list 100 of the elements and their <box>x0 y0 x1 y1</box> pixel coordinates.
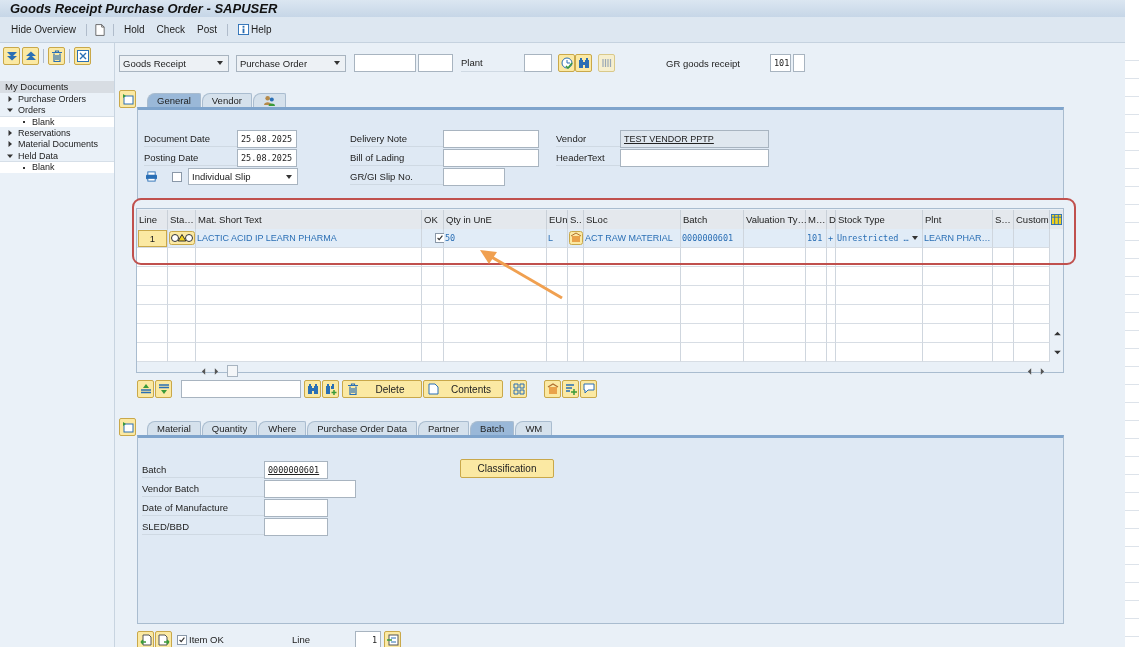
column-header[interactable]: Valuation Ty… <box>744 210 806 229</box>
posting-date-field[interactable]: 25.08.2025 <box>237 148 297 167</box>
find-button[interactable] <box>304 380 321 398</box>
warehouse-button[interactable] <box>544 380 561 398</box>
find-next-button[interactable] <box>322 380 339 398</box>
add-row-button[interactable] <box>562 380 579 398</box>
print-checkbox[interactable] <box>172 171 182 182</box>
tab[interactable] <box>252 93 286 107</box>
column-header[interactable]: Plnt <box>923 210 993 229</box>
column-header[interactable]: EUn <box>547 210 568 229</box>
scroll-thumb[interactable] <box>227 365 238 377</box>
next-item-button[interactable] <box>155 631 172 647</box>
delete-button[interactable] <box>48 47 65 65</box>
search-button[interactable] <box>575 54 592 72</box>
delete-button[interactable]: Delete <box>342 380 422 398</box>
hide-overview-button[interactable]: Hide Overview <box>5 20 83 39</box>
help-button[interactable]: Help <box>232 20 278 39</box>
column-header[interactable]: Stock Type <box>836 210 923 229</box>
tree-item[interactable]: Held Data <box>0 149 114 162</box>
item-ok-checkbox[interactable] <box>177 634 187 645</box>
column-header[interactable]: Batch <box>681 210 744 229</box>
columns-button[interactable] <box>598 54 615 72</box>
toolbar-button[interactable]: Check <box>150 20 191 39</box>
input-field[interactable] <box>354 54 416 72</box>
expand-down-button[interactable] <box>3 47 20 65</box>
scroll-right-icon[interactable] <box>214 367 219 375</box>
column-header[interactable]: SLoc <box>584 210 681 229</box>
batch-detail-field[interactable] <box>264 479 356 498</box>
scroll-left-icon[interactable] <box>1027 367 1032 375</box>
tab[interactable]: Material <box>147 421 201 435</box>
slip-type-dropdown[interactable]: Individual Slip <box>188 168 298 185</box>
column-header[interactable]: Line <box>137 210 168 229</box>
classification-button[interactable]: Classification <box>460 459 554 478</box>
tree-leaf[interactable]: Blank <box>32 116 55 127</box>
batch-detail-field[interactable] <box>264 498 328 517</box>
tree-leaf[interactable]: Blank <box>32 162 55 173</box>
go-to-line-button[interactable] <box>384 631 401 647</box>
column-header[interactable]: Custom <box>1014 210 1050 229</box>
expand-button[interactable] <box>510 380 527 398</box>
scroll-down-icon[interactable] <box>1053 350 1061 355</box>
tab[interactable]: Purchase Order Data <box>307 421 417 435</box>
document-icon[interactable] <box>95 23 106 36</box>
column-header[interactable]: S… <box>993 210 1014 229</box>
table-settings-icon[interactable] <box>1051 214 1062 225</box>
toolbar-button[interactable]: Post <box>190 20 223 39</box>
line-number-button[interactable]: 1 <box>138 229 167 247</box>
expander-icon[interactable] <box>7 107 13 114</box>
tab[interactable]: Where <box>258 421 307 435</box>
expander-icon[interactable] <box>7 95 13 102</box>
toolbar-button[interactable]: Hold <box>118 20 151 39</box>
previous-item-button[interactable] <box>137 631 154 647</box>
toggle-panel-button[interactable] <box>119 418 136 436</box>
column-header[interactable]: Qty in UnE <box>444 210 547 229</box>
batch-detail-field[interactable]: 0000000601 <box>264 460 328 479</box>
toggle-panel-button[interactable] <box>119 90 136 108</box>
column-header[interactable]: M… <box>806 210 827 229</box>
execute-button[interactable] <box>558 54 575 72</box>
scroll-right-icon[interactable] <box>1040 367 1045 375</box>
bill-of-lading-field[interactable] <box>443 148 539 167</box>
column-header[interactable]: Mat. Short Text <box>196 210 422 229</box>
scroll-up-icon[interactable] <box>1053 331 1061 336</box>
tree-item[interactable]: Reservations <box>0 127 114 139</box>
column-header[interactable]: OK <box>422 210 444 229</box>
batch-detail-field[interactable] <box>264 517 328 536</box>
printer-icon[interactable] <box>145 171 158 182</box>
search-field[interactable] <box>181 380 301 398</box>
close-button[interactable] <box>74 47 91 65</box>
move-down-button[interactable] <box>155 380 172 398</box>
input-field[interactable] <box>418 54 453 72</box>
tab[interactable]: Batch <box>470 421 515 435</box>
tab[interactable]: Partner <box>417 421 470 435</box>
tab[interactable]: Vendor <box>201 93 252 107</box>
scroll-left-icon[interactable] <box>201 367 206 375</box>
move-up-button[interactable] <box>137 380 154 398</box>
delivery-note-field[interactable] <box>443 129 539 148</box>
tree-item[interactable]: Orders <box>0 104 114 116</box>
expander-icon[interactable] <box>7 152 13 159</box>
expander-icon[interactable] <box>7 129 13 136</box>
expander-icon[interactable] <box>7 141 13 148</box>
tree-item[interactable]: Purchase Orders <box>0 93 114 105</box>
reference-dropdown[interactable]: Purchase Order <box>236 54 346 72</box>
input-field[interactable] <box>793 54 805 72</box>
plant-field[interactable] <box>524 54 552 72</box>
collapse-up-button[interactable] <box>22 47 39 65</box>
tab[interactable]: Quantity <box>201 421 258 435</box>
line-field[interactable]: 1 <box>355 631 381 647</box>
document-date-field[interactable]: 25.08.2025 <box>237 129 297 148</box>
movement-type-field[interactable]: 101 <box>770 54 791 72</box>
warehouse-icon[interactable] <box>568 231 583 245</box>
contents-button[interactable]: Contents <box>423 380 503 398</box>
tab[interactable]: WM <box>515 421 553 435</box>
column-header[interactable]: Sta… <box>168 210 196 229</box>
column-header[interactable]: S.. <box>568 210 584 229</box>
comment-button[interactable] <box>580 380 597 398</box>
header-text-field[interactable] <box>620 148 769 167</box>
tab[interactable]: General <box>147 93 201 107</box>
slip-number-field[interactable] <box>443 167 505 186</box>
tree-item[interactable]: Material Documents <box>0 138 114 150</box>
transaction-dropdown[interactable]: Goods Receipt <box>119 54 229 72</box>
table-cell <box>168 286 196 305</box>
